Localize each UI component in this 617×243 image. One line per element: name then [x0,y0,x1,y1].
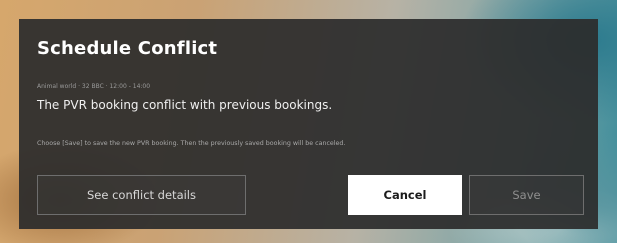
save-button[interactable]: Save [469,175,584,215]
schedule-conflict-dialog: Schedule Conflict Animal world · 32 BBC … [19,19,598,229]
save-label: Save [512,188,541,202]
dialog-title: Schedule Conflict [37,38,218,59]
conflict-message: The PVR booking conflict with previous b… [37,98,333,112]
instruction-text: Choose [Save] to save the new PVR bookin… [37,140,346,147]
cancel-label: Cancel [383,188,427,202]
see-conflict-details-label: See conflict details [87,188,196,202]
cancel-button[interactable]: Cancel [348,175,462,215]
program-info: Animal world · 32 BBC · 12:00 - 14:00 [37,83,151,90]
see-conflict-details-button[interactable]: See conflict details [37,175,246,215]
